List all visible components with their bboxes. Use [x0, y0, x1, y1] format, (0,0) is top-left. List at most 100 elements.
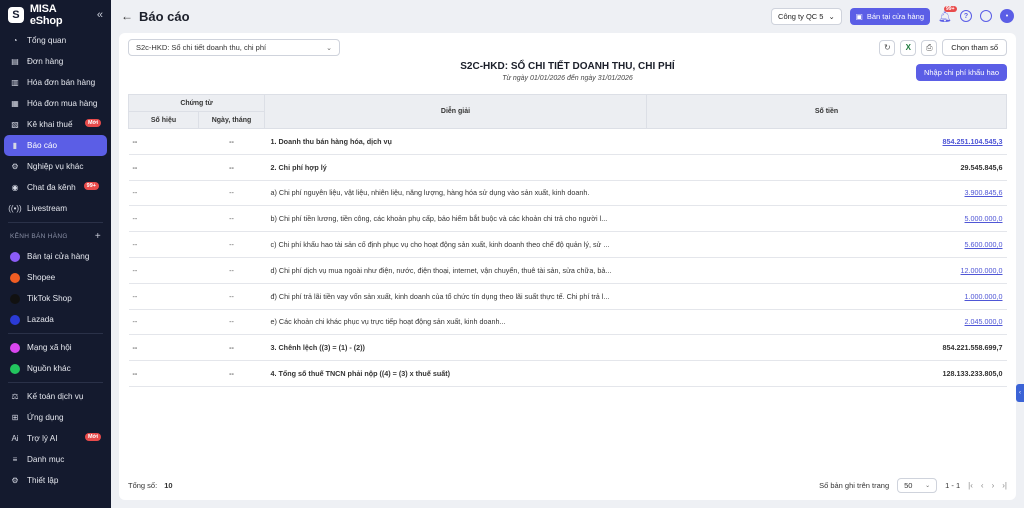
sidebar-item-0[interactable]: ⚖ Kế toán dịch vụ — [0, 386, 111, 407]
sidebar-item-label: Thiết lập — [27, 476, 59, 485]
sidebar-item-label: Kế toán dịch vụ — [27, 392, 84, 401]
cell-description: 1. Doanh thu bán hàng hóa, dịch vụ — [264, 128, 647, 155]
channel-icon — [10, 272, 20, 283]
cell-amount: 128.133.233.805,0 — [646, 360, 1007, 387]
sidebar-item-8[interactable]: ((•)) Livestream — [0, 198, 111, 219]
sidebar-item-label: Mạng xã hội — [27, 343, 72, 352]
sidebar-item-2[interactable]: Ai Trợ lý AI Mới — [0, 428, 111, 449]
cell-number: -- — [128, 283, 199, 310]
chevron-down-icon: ⌄ — [828, 11, 835, 21]
amount-link[interactable]: 5.600.000,0 — [965, 240, 1003, 249]
add-channel-icon[interactable]: + — [95, 231, 101, 242]
amount-link[interactable]: 5.000.000,0 — [965, 214, 1003, 223]
bell-icon[interactable]: 🔔︎ 99+ — [938, 5, 957, 23]
divider — [8, 333, 103, 334]
next-page-icon[interactable]: › — [992, 481, 995, 490]
cell-number: -- — [128, 334, 199, 362]
refresh-icon[interactable]: ↻ — [879, 39, 896, 56]
cell-date: -- — [198, 128, 265, 155]
sidebar-item-0[interactable]: ◔ Tổng quan — [0, 30, 111, 51]
sidebar-item-0[interactable]: Mạng xã hội — [0, 337, 111, 358]
table-row: -- -- đ) Chi phí trả lãi tiền vay vốn sản … — [128, 283, 1007, 310]
cell-description: 2. Chi phí hợp lý — [264, 154, 647, 181]
choose-parameters-button[interactable]: Chọn tham số — [942, 39, 1007, 56]
cell-description: đ) Chi phí trả lãi tiền vay vốn sản xuất… — [264, 283, 647, 310]
amount-link[interactable]: 12.000.000,0 — [961, 266, 1003, 275]
sidebar-item-label: Nguồn khác — [27, 364, 71, 373]
cell-date: -- — [198, 360, 265, 387]
prev-page-icon[interactable]: ‹ — [981, 481, 984, 490]
sidebar-item-7[interactable]: ◉ Chat đa kênh 99+ — [0, 177, 111, 198]
sidebar-item-1[interactable]: Nguồn khác — [0, 358, 111, 379]
column-header-voucher: Chứng từ — [128, 94, 265, 112]
invoice-icon: ▥ — [11, 78, 19, 87]
sidebar-item-4[interactable]: ▧ Kê khai thuế Mới — [0, 114, 111, 135]
sidebar-item-0[interactable]: Bán tại cửa hàng — [0, 246, 111, 267]
sidebar-item-4[interactable]: ⚙ Thiết lập — [0, 470, 111, 491]
sidebar-item-2[interactable]: TikTok Shop — [0, 288, 111, 309]
sidebar-item-5[interactable]: ▮ Báo cáo — [4, 135, 107, 156]
cell-amount: 854.221.558.699,7 — [646, 334, 1007, 362]
sidebar-item-1[interactable]: ⊞ Ứng dụng — [0, 407, 111, 428]
sidebar-item-label: Hóa đơn bán hàng — [27, 78, 96, 87]
report-title: S2C-HKD: SỔ CHI TIẾT DOANH THU, CHI PHÍ — [460, 61, 675, 72]
dashboard-icon: ◔ — [12, 36, 18, 45]
settings-icon: ⚙ — [11, 476, 19, 485]
cell-amount: 12.000.000,0 — [646, 257, 1007, 284]
avatar[interactable]: • — [1000, 9, 1014, 23]
side-panel-toggle-icon[interactable]: ‹ — [1016, 384, 1024, 402]
sidebar-item-3[interactable]: ▦ Hóa đơn mua hàng — [0, 93, 111, 114]
cell-number: -- — [128, 360, 199, 387]
amount-link[interactable]: 3.900.845,6 — [965, 188, 1003, 197]
pos-button[interactable]: ▣ Bán tại cửa hàng — [849, 7, 931, 25]
ai-icon: Ai — [11, 434, 19, 443]
cell-date: -- — [198, 257, 265, 284]
cell-amount: 3.900.845,6 — [646, 180, 1007, 207]
amount-link[interactable]: 1.000.000,0 — [965, 292, 1003, 301]
print-icon[interactable]: ⎙ — [921, 39, 938, 56]
collapse-sidebar-icon[interactable]: « — [97, 9, 103, 21]
catalog-icon: ≡ — [12, 455, 18, 464]
help-icon[interactable]: ? — [960, 10, 972, 22]
sidebar-item-1[interactable]: ▤ Đơn hàng — [0, 51, 111, 72]
order-icon: ▤ — [11, 57, 19, 66]
page-size-select[interactable]: 50 ⌄ — [897, 477, 938, 493]
brand-name: MISA eShop — [29, 3, 63, 27]
column-header-date: Ngày, tháng — [198, 111, 265, 129]
company-select[interactable]: Công ty QC 5 ⌄ — [771, 7, 842, 25]
sidebar-item-label: Chat đa kênh — [27, 183, 76, 192]
pos-button-label: Bán tại cửa hàng — [866, 11, 925, 21]
table-footer: Tổng số: 10 Số bản ghi trên trang 50 ⌄ 1… — [128, 477, 1007, 493]
sidebar-item-6[interactable]: ⚙ Nghiệp vụ khác — [0, 156, 111, 177]
sidebar-item-3[interactable]: Lazada — [0, 309, 111, 330]
cell-amount: 5.600.000,0 — [646, 231, 1007, 258]
chevron-down-icon: ⌄ — [326, 44, 332, 52]
amount-link[interactable]: 854.251.104.545,3 — [943, 137, 1003, 146]
sidebar-item-3[interactable]: ≡ Danh mục — [0, 449, 111, 470]
sidebar-item-2[interactable]: ▥ Hóa đơn bán hàng — [0, 72, 111, 93]
cell-description: a) Chi phí nguyên liệu, vật liệu, nhiên … — [264, 180, 647, 207]
channel-dot-icon — [10, 293, 20, 304]
sidebar-item-label: Danh mục — [27, 455, 65, 464]
chat-icon: ◉ — [11, 183, 19, 192]
import-depreciation-button[interactable]: Nhập chi phí khấu hao — [915, 64, 1007, 81]
sidebar-item-1[interactable]: Shopee — [0, 267, 111, 288]
back-arrow-icon[interactable]: ← — [121, 9, 133, 23]
misa-logo-icon: S — [8, 7, 24, 23]
amount-link[interactable]: 2.045.000,0 — [965, 317, 1003, 326]
channel-icon — [10, 293, 20, 304]
last-page-icon[interactable]: ›| — [1002, 481, 1007, 490]
channel-dot-icon — [10, 342, 20, 353]
report-select[interactable]: S2c-HKD: Sổ chi tiết doanh thu, chi phí … — [128, 39, 340, 56]
purchase-icon: ▦ — [11, 99, 19, 108]
table-row: -- -- b) Chi phí tiền lương, tiền công, cá… — [128, 205, 1007, 233]
first-page-icon[interactable]: |‹ — [968, 481, 973, 490]
table-row: -- -- e) Các khoản chi khác phục vụ trực t… — [128, 309, 1007, 336]
cell-number: -- — [128, 154, 199, 181]
sidebar-item-label: Hóa đơn mua hàng — [27, 99, 98, 108]
sidebar: S MISA eShop « ◔ Tổng quan ▤ Đơn hàng ▥ Hóa đ… — [0, 0, 111, 508]
notification-badge: 99+ — [944, 5, 957, 12]
apps-circle-icon[interactable] — [980, 10, 992, 22]
excel-export-icon[interactable]: X — [900, 39, 917, 56]
topbar: ← Báo cáo Công ty QC 5 ⌄ ▣ Bán tại cửa h… — [111, 0, 1024, 32]
